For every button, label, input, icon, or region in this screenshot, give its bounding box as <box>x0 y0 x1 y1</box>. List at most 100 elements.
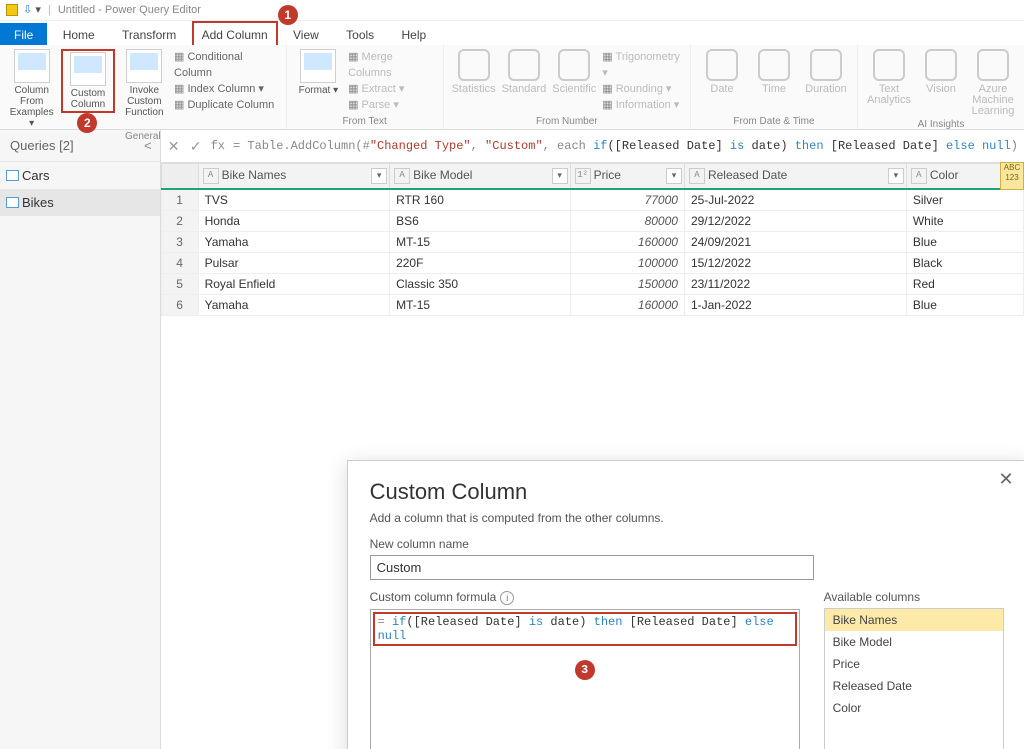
query-item-bikes[interactable]: Bikes <box>0 189 160 216</box>
query-item-cars[interactable]: Cars <box>0 162 160 189</box>
cell-released-date[interactable]: 15/12/2022 <box>684 253 906 274</box>
tab-transform[interactable]: Transform <box>110 23 188 47</box>
azure-ml-button[interactable]: Azure Machine Learning <box>970 49 1016 117</box>
tab-home[interactable]: Home <box>51 23 107 47</box>
column-from-examples-button[interactable]: Column From Examples ▾ <box>8 49 55 129</box>
col-bike-model[interactable]: ABike Model▾ <box>390 164 571 190</box>
conditional-column-button[interactable]: Conditional Column <box>174 49 278 81</box>
time-button[interactable]: Time <box>751 49 797 95</box>
invoke-custom-function-button[interactable]: Invoke Custom Function <box>121 49 168 118</box>
data-grid[interactable]: ABike Names▾ ABike Model▾ 1²Price▾ ARele… <box>161 163 1024 316</box>
table-row[interactable]: 1TVSRTR 1607700025-Jul-2022Silver <box>161 189 1023 211</box>
table-row[interactable]: 6YamahaMT-151600001-Jan-2022Blue <box>161 295 1023 316</box>
row-number: 6 <box>161 295 198 316</box>
cell-bike-model[interactable]: Classic 350 <box>390 274 571 295</box>
qa-save-icon[interactable]: ⇩ <box>23 4 32 16</box>
title-bar: ⇩ ▾ | Untitled - Power Query Editor <box>0 0 1024 21</box>
new-column-name-input[interactable] <box>370 555 814 580</box>
cell-color[interactable]: Red <box>906 274 1023 295</box>
cell-color[interactable]: Black <box>906 253 1023 274</box>
formula-text[interactable]: = Table.AddColumn(#"Changed Type", "Cust… <box>233 139 1018 153</box>
cell-bike-model[interactable]: 220F <box>390 253 571 274</box>
cell-bike-names[interactable]: Royal Enfield <box>198 274 390 295</box>
formula-editor[interactable]: = if([Released Date] is date) then [Rele… <box>370 609 800 749</box>
custom-column-button[interactable]: Custom Column 2 <box>61 49 114 113</box>
cell-color[interactable]: Blue <box>906 232 1023 253</box>
filter-icon[interactable]: ▾ <box>888 168 904 184</box>
date-button[interactable]: Date <box>699 49 745 95</box>
cell-color[interactable]: Silver <box>906 189 1023 211</box>
group-label-from-datetime: From Date & Time <box>699 114 849 127</box>
text-analytics-button[interactable]: Text Analytics <box>866 49 912 106</box>
cell-price[interactable]: 77000 <box>570 189 684 211</box>
format-button[interactable]: Format ▾ <box>295 49 342 96</box>
cell-released-date[interactable]: 29/12/2022 <box>684 211 906 232</box>
available-column-item[interactable]: Price <box>825 653 1003 675</box>
standard-button[interactable]: Standard <box>502 49 547 95</box>
table-row[interactable]: 3YamahaMT-1516000024/09/2021Blue <box>161 232 1023 253</box>
cell-released-date[interactable]: 23/11/2022 <box>684 274 906 295</box>
col-released-date[interactable]: AReleased Date▾ <box>684 164 906 190</box>
custom-column-dialog: ✕ Custom Column Add a column that is com… <box>347 460 1024 749</box>
rounding-button[interactable]: Rounding ▾ <box>602 81 682 97</box>
vision-button[interactable]: Vision <box>918 49 964 95</box>
tab-view[interactable]: View <box>281 23 331 47</box>
table-row[interactable]: 4Pulsar220F10000015/12/2022Black <box>161 253 1023 274</box>
index-column-button[interactable]: Index Column ▾ <box>174 81 278 97</box>
trigonometry-button[interactable]: Trigonometry ▾ <box>602 49 682 81</box>
cell-bike-model[interactable]: MT-15 <box>390 232 571 253</box>
filter-icon[interactable]: ▾ <box>371 168 387 184</box>
cell-bike-model[interactable]: BS6 <box>390 211 571 232</box>
parse-button[interactable]: Parse ▾ <box>348 97 434 113</box>
cell-bike-names[interactable]: Honda <box>198 211 390 232</box>
collapse-icon[interactable]: < <box>144 138 152 153</box>
cell-color[interactable]: Blue <box>906 295 1023 316</box>
available-column-item[interactable]: Released Date <box>825 675 1003 697</box>
cell-price[interactable]: 160000 <box>570 232 684 253</box>
cell-price[interactable]: 100000 <box>570 253 684 274</box>
cell-bike-model[interactable]: RTR 160 <box>390 189 571 211</box>
statistics-button[interactable]: Statistics <box>452 49 496 95</box>
merge-columns-button[interactable]: Merge Columns <box>348 49 434 81</box>
formula-cancel-icon[interactable]: ✕ <box>167 138 181 155</box>
annotation-badge-3: 3 <box>575 660 595 680</box>
duration-button[interactable]: Duration <box>803 49 849 95</box>
duplicate-column-button[interactable]: Duplicate Column <box>174 97 278 113</box>
available-column-item[interactable]: Bike Model <box>825 631 1003 653</box>
cell-bike-names[interactable]: TVS <box>198 189 390 211</box>
queries-pane: Queries [2] < Cars Bikes <box>0 130 161 749</box>
col-price[interactable]: 1²Price▾ <box>570 164 684 190</box>
cell-price[interactable]: 150000 <box>570 274 684 295</box>
col-bike-names[interactable]: ABike Names▾ <box>198 164 390 190</box>
cell-released-date[interactable]: 24/09/2021 <box>684 232 906 253</box>
extract-button[interactable]: Extract ▾ <box>348 81 434 97</box>
tab-help[interactable]: Help <box>390 23 439 47</box>
cell-color[interactable]: White <box>906 211 1023 232</box>
cell-bike-names[interactable]: Yamaha <box>198 232 390 253</box>
cell-price[interactable]: 160000 <box>570 295 684 316</box>
table-row[interactable]: 2HondaBS68000029/12/2022White <box>161 211 1023 232</box>
available-column-item[interactable]: Color <box>825 697 1003 719</box>
tab-tools[interactable]: Tools <box>334 23 386 47</box>
cell-released-date[interactable]: 1-Jan-2022 <box>684 295 906 316</box>
info-icon[interactable]: i <box>500 591 514 605</box>
row-number: 4 <box>161 253 198 274</box>
formula-commit-icon[interactable]: ✓ <box>189 138 203 155</box>
tab-file[interactable]: File <box>0 23 47 47</box>
cell-price[interactable]: 80000 <box>570 211 684 232</box>
cell-bike-model[interactable]: MT-15 <box>390 295 571 316</box>
filter-icon[interactable]: ▾ <box>552 168 568 184</box>
added-column-indicator[interactable]: ABC123 <box>1000 162 1024 190</box>
information-button[interactable]: Information ▾ <box>602 97 682 113</box>
cell-bike-names[interactable]: Pulsar <box>198 253 390 274</box>
scientific-button[interactable]: Scientific <box>552 49 596 95</box>
available-column-item[interactable]: Bike Names <box>825 609 1003 631</box>
available-columns-list[interactable]: Bike NamesBike ModelPriceReleased DateCo… <box>824 608 1004 749</box>
table-row[interactable]: 5Royal EnfieldClassic 35015000023/11/202… <box>161 274 1023 295</box>
qa-dropdown-icon[interactable]: ▾ <box>35 4 41 16</box>
rowheader-corner[interactable] <box>161 164 198 190</box>
close-icon[interactable]: ✕ <box>998 469 1013 490</box>
filter-icon[interactable]: ▾ <box>666 168 682 184</box>
cell-released-date[interactable]: 25-Jul-2022 <box>684 189 906 211</box>
cell-bike-names[interactable]: Yamaha <box>198 295 390 316</box>
